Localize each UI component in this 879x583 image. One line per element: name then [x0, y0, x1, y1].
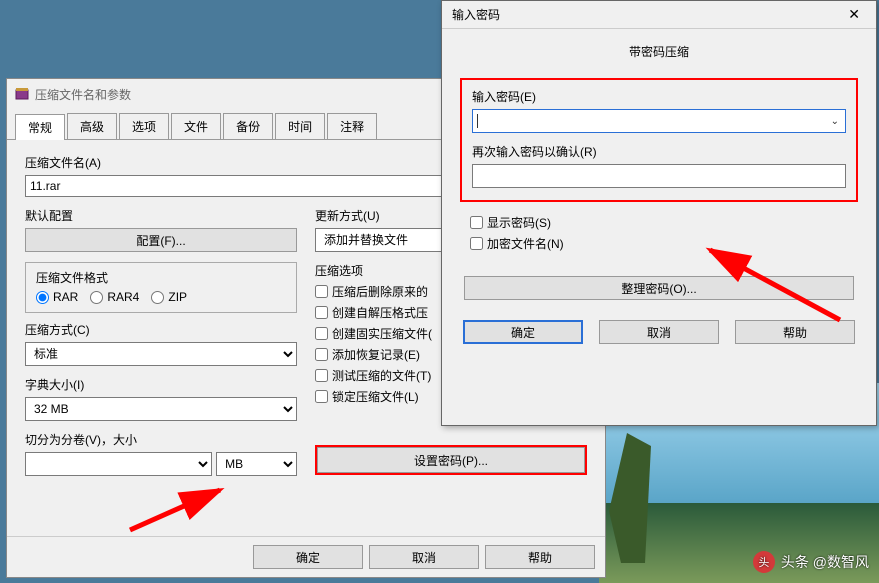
method-select[interactable]: 标准	[25, 342, 297, 366]
help-button[interactable]: 帮助	[485, 545, 595, 569]
tab-backup[interactable]: 备份	[223, 113, 273, 139]
default-profile-label: 默认配置	[25, 207, 297, 224]
tab-comment[interactable]: 注释	[327, 113, 377, 139]
method-label: 压缩方式(C)	[25, 321, 297, 338]
split-label: 切分为分卷(V)，大小	[25, 431, 297, 448]
split-size-select[interactable]	[25, 452, 212, 476]
format-fieldset: 压缩文件格式 RAR RAR4 ZIP	[25, 262, 297, 313]
radio-zip[interactable]: ZIP	[151, 290, 187, 304]
profile-button[interactable]: 配置(F)...	[25, 228, 297, 252]
pwd-titlebar: 输入密码 ✕	[442, 1, 876, 29]
radio-rar[interactable]: RAR	[36, 290, 78, 304]
enter-pwd-label: 输入密码(E)	[472, 88, 846, 105]
close-icon[interactable]: ✕	[842, 4, 866, 25]
tab-advanced[interactable]: 高级	[67, 113, 117, 139]
pwd-cancel-button[interactable]: 取消	[599, 320, 719, 344]
watermark-text: 头条 @数智风	[781, 552, 869, 572]
pwd-title-text: 输入密码	[452, 6, 500, 23]
cancel-button[interactable]: 取消	[369, 545, 479, 569]
pwd-highlight-box: 输入密码(E) ⌄ 再次输入密码以确认(R)	[460, 78, 858, 202]
dialog-buttons: 确定 取消 帮助	[7, 536, 605, 577]
format-legend: 压缩文件格式	[36, 269, 286, 286]
watermark: 头 头条 @数智风	[753, 551, 869, 573]
password-dialog: 输入密码 ✕ 带密码压缩 输入密码(E) ⌄ 再次输入密码以确认(R) 显示密码…	[441, 0, 877, 426]
encrypt-names-checkbox[interactable]: 加密文件名(N)	[470, 235, 848, 252]
confirm-password-input[interactable]	[472, 164, 846, 188]
caret-cursor	[477, 114, 478, 128]
split-unit-select[interactable]: MB	[216, 452, 297, 476]
ok-button[interactable]: 确定	[253, 545, 363, 569]
dict-label: 字典大小(I)	[25, 376, 297, 393]
tab-options[interactable]: 选项	[119, 113, 169, 139]
tab-time[interactable]: 时间	[275, 113, 325, 139]
dialog-title: 压缩文件名和参数	[35, 86, 131, 103]
tab-general[interactable]: 常规	[15, 114, 65, 140]
watermark-logo-icon: 头	[753, 551, 775, 573]
pwd-dialog-buttons: 确定 取消 帮助	[442, 314, 876, 354]
radio-rar4[interactable]: RAR4	[90, 290, 139, 304]
tab-files[interactable]: 文件	[171, 113, 221, 139]
set-password-button[interactable]: 设置密码(P)...	[317, 447, 585, 473]
pwd-subtitle: 带密码压缩	[442, 29, 876, 68]
manage-passwords-button[interactable]: 整理密码(O)...	[464, 276, 854, 300]
pwd-help-button[interactable]: 帮助	[735, 320, 855, 344]
show-password-checkbox[interactable]: 显示密码(S)	[470, 214, 848, 231]
app-icon	[15, 87, 29, 101]
password-input[interactable]: ⌄	[472, 109, 846, 133]
confirm-pwd-label: 再次输入密码以确认(R)	[472, 143, 846, 160]
pwd-ok-button[interactable]: 确定	[463, 320, 583, 344]
chevron-down-icon[interactable]: ⌄	[831, 116, 839, 127]
dict-select[interactable]: 32 MB	[25, 397, 297, 421]
